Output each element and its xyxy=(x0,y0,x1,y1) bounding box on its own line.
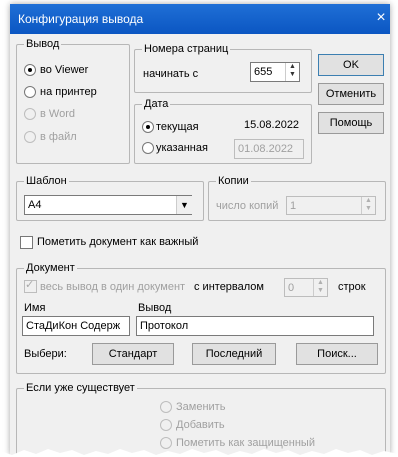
last-button[interactable]: Последний xyxy=(192,343,276,365)
cancel-button[interactable]: Отменить xyxy=(318,83,384,105)
torn-edge-decoration xyxy=(0,449,398,457)
close-icon[interactable]: × xyxy=(372,8,390,28)
doc-output-input[interactable]: Протокол xyxy=(136,316,374,336)
date-current-value: 15.08.2022 xyxy=(244,119,300,131)
search-button[interactable]: Поиск... xyxy=(296,343,378,365)
output-config-dialog: Конфигурация вывода × Вывод во Viewer на… xyxy=(10,4,390,455)
copies-spinner[interactable]: ▲ ▼ xyxy=(361,197,375,214)
radio-date-current[interactable] xyxy=(142,121,154,133)
output-group: Вывод xyxy=(16,38,130,164)
help-button[interactable]: Помощь xyxy=(318,112,384,134)
spin-down-icon[interactable]: ▼ xyxy=(362,205,375,213)
exists-append-label: Добавить xyxy=(176,419,225,431)
if-exists-group-label: Если уже существует xyxy=(24,382,137,395)
chevron-down-icon[interactable]: ▼ xyxy=(176,196,192,214)
radio-output-viewer[interactable] xyxy=(24,64,36,76)
copies-count-label: число копий xyxy=(216,200,279,212)
date-group-label: Дата xyxy=(142,98,171,111)
radio-output-printer[interactable] xyxy=(24,86,36,98)
rows-label: строк xyxy=(338,281,366,293)
spin-down-icon[interactable]: ▼ xyxy=(286,71,299,79)
radio-output-file[interactable] xyxy=(24,131,36,143)
name-label: Имя xyxy=(24,302,46,314)
spin-up-icon[interactable]: ▲ xyxy=(362,197,375,205)
template-select[interactable]: A4 xyxy=(24,195,192,215)
output-viewer-label: во Viewer xyxy=(40,64,89,76)
template-group-label: Шаблон xyxy=(24,175,69,188)
date-specified-input[interactable]: 01.08.2022 xyxy=(234,139,304,159)
output-group-label: Вывод xyxy=(24,38,62,51)
output-file-label: в файл xyxy=(40,131,77,143)
radio-output-word[interactable] xyxy=(24,108,36,120)
page-numbers-group-label: Номера страниц xyxy=(142,43,231,56)
exists-replace-label: Заменить xyxy=(176,401,226,413)
all-output-checkbox[interactable] xyxy=(24,278,37,293)
mark-important-checkbox[interactable] xyxy=(20,236,33,249)
ok-button[interactable]: OK xyxy=(318,54,384,76)
spin-down-icon[interactable]: ▼ xyxy=(314,287,327,295)
spin-up-icon[interactable]: ▲ xyxy=(286,63,299,71)
date-current-label: текущая xyxy=(156,121,199,133)
date-specified-label: указанная xyxy=(156,142,208,154)
doc-output-label: Вывод xyxy=(138,302,172,314)
radio-exists-append[interactable] xyxy=(160,419,172,431)
radio-exists-replace[interactable] xyxy=(160,401,172,413)
spin-up-icon[interactable]: ▲ xyxy=(314,279,327,287)
mark-important-label: Пометить документ как важный xyxy=(37,236,199,248)
interval-spinner[interactable]: ▲ ▼ xyxy=(313,279,327,296)
choose-label: Выбери: xyxy=(24,348,67,360)
all-output-label: весь вывод в один документ xyxy=(40,281,186,293)
standard-button[interactable]: Стандарт xyxy=(92,343,174,365)
start-page-spinner[interactable]: ▲ ▼ xyxy=(285,63,299,81)
title-bar[interactable]: Конфигурация вывода × xyxy=(10,4,390,34)
interval-label: с интервалом xyxy=(194,281,264,293)
dialog-title: Конфигурация вывода xyxy=(18,12,144,26)
output-word-label: в Word xyxy=(40,108,75,120)
document-group-label: Документ xyxy=(24,262,77,275)
start-page-label: начинать с xyxy=(143,68,199,80)
output-printer-label: на принтер xyxy=(40,86,97,98)
copies-group-label: Копии xyxy=(216,175,251,188)
name-input[interactable]: СтаДиКон Содерж xyxy=(22,316,130,336)
radio-date-specified[interactable] xyxy=(142,142,154,154)
